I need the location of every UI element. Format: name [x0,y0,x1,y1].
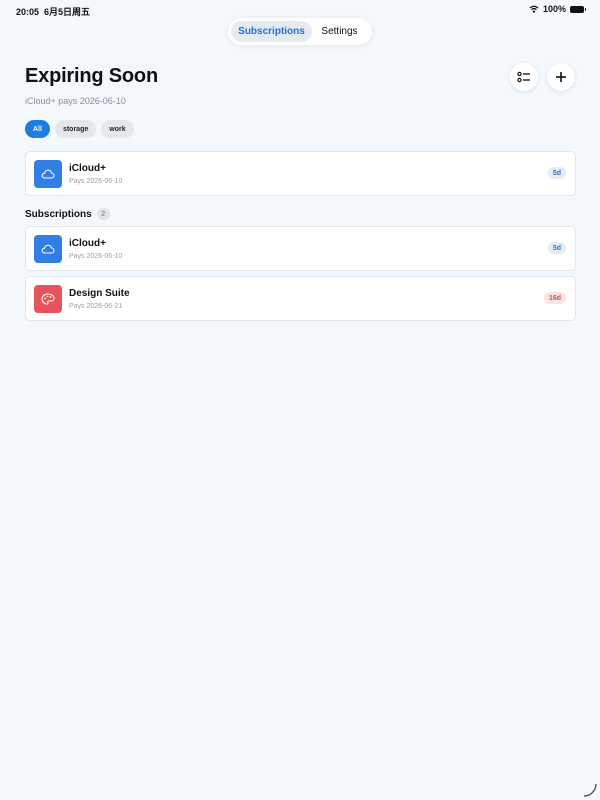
chip-storage[interactable]: storage [54,120,97,138]
tab-subscriptions[interactable]: Subscriptions [231,21,312,42]
palette-icon [41,293,55,305]
days-left-badge: 16d [543,292,566,304]
pays-date: Pays 2026-06-10 [69,178,123,185]
days-left-badge: 5d [547,242,566,254]
cloud-icon [41,244,55,254]
app-icon [34,160,62,188]
chip-work[interactable]: work [101,120,134,138]
subscription-name: Design Suite [69,288,130,299]
subscription-name: iCloud+ [69,163,106,174]
resize-handle-icon[interactable] [583,783,597,797]
add-subscription-button[interactable] [547,63,575,91]
status-time: 20:05 6月5日周五 [16,5,90,18]
pays-date: Pays 2026-06-10 [69,253,123,260]
subscription-row[interactable]: iCloud+ Pays 2026-06-10 5d [25,226,576,271]
battery-percent: 100% [542,4,566,14]
status-bar: 20:05 6月5日周五 100% [0,0,600,20]
list-filter-icon [517,71,530,83]
subscriptions-section-header: Subscriptions 2 [25,208,110,220]
filter-chips: All storage work [25,120,134,138]
status-clock: 20:05 [16,7,40,17]
wifi-icon [529,5,539,13]
page-title: Expiring Soon [25,65,158,87]
subscription-row[interactable]: Design Suite Pays 2026-06-21 16d [25,276,576,321]
status-indicators: 100% [529,4,586,14]
plus-icon [556,72,566,82]
section-title: Subscriptions [25,208,92,220]
app-icon [34,235,62,263]
count-badge: 2 [96,208,110,220]
tab-settings[interactable]: Settings [312,21,367,42]
pays-date: Pays 2026-06-21 [69,303,123,310]
status-date: 6月5日周五 [44,7,91,17]
filter-options-button[interactable] [510,63,538,91]
app-icon [34,285,62,313]
chip-all[interactable]: All [25,120,50,138]
battery-icon [570,5,586,13]
expiring-card[interactable]: iCloud+ Pays 2026-06-10 5d [25,151,576,196]
subscription-name: iCloud+ [69,238,106,249]
tab-switcher: Subscriptions Settings [228,18,372,45]
page-subtitle: iCloud+ pays 2026-06-10 [25,96,126,106]
days-left-badge: 5d [547,167,566,179]
cloud-icon [41,169,55,179]
